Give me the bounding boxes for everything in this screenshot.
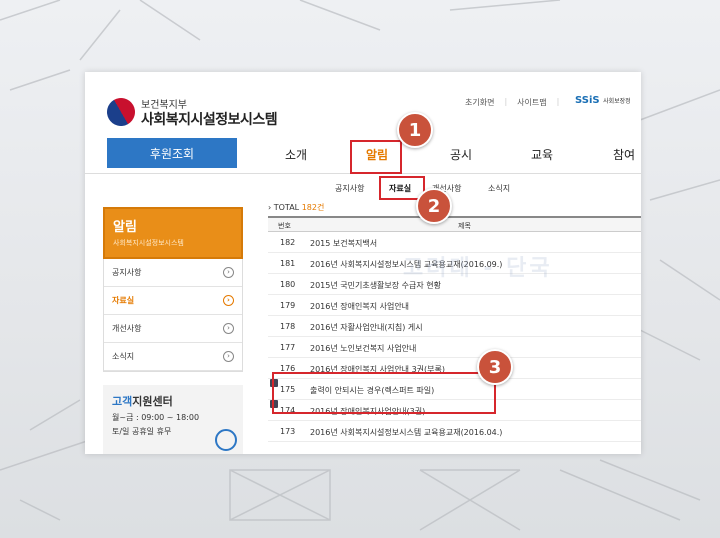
table-header: 번호 제목	[268, 216, 641, 232]
row-number: 179	[280, 301, 296, 310]
row-title-link[interactable]: 2015 보건복지백서	[310, 238, 377, 249]
chevron-right-icon: ›	[223, 295, 234, 306]
row-number: 182	[280, 238, 296, 247]
left-nav: 알림 사회복지시설정보시스템 공지사항 › 자료실 › 개선사항 › 소식지 ›	[103, 207, 243, 372]
row-title-link[interactable]: 2016년 장애인복지 사업안내	[310, 301, 409, 312]
separator: |	[504, 97, 508, 106]
sub-nav: 공지사항 자료실 개선사항 소식지	[85, 175, 641, 201]
sponsor-lookup-button[interactable]: 후원조회	[107, 138, 237, 168]
cs-title: 고객지원센터	[112, 395, 173, 408]
lnb-title: 알림	[113, 220, 137, 235]
watermark: 고려대 - 단국	[403, 256, 553, 281]
lnb-list: 공지사항 › 자료실 › 개선사항 › 소식지 ›	[103, 259, 243, 372]
table-row[interactable]: 173 2016년 사회복지시설정보시스템 교육용교재(2016.04.)	[268, 421, 641, 442]
subnav-notices[interactable]: 공지사항	[335, 183, 364, 194]
table-row[interactable]: 178 2016년 자활사업안내(지침) 게시	[268, 316, 641, 337]
row-number: 181	[280, 259, 296, 268]
sitemap-link[interactable]: 사이트맵	[517, 97, 546, 108]
lnb-item-improvements[interactable]: 개선사항 ›	[104, 315, 242, 343]
taegeuk-logo-icon	[101, 92, 141, 132]
nav-item-education[interactable]: 교육	[531, 146, 553, 163]
row-number: 178	[280, 322, 296, 331]
highlight-box-row	[272, 372, 496, 414]
step-badge-3: 3	[477, 349, 513, 385]
customer-center: 고객지원센터 월~금 : 09:00 ~ 18:00 토/일 공휴일 휴무	[103, 385, 243, 454]
table-row[interactable]: 179 2016년 장애인복지 사업안내	[268, 295, 641, 316]
cs-hours: 월~금 : 09:00 ~ 18:00	[112, 413, 200, 422]
ssis-logo[interactable]: SSiS 사회보장정	[575, 95, 631, 106]
lnb-subtitle: 사회복지시설정보시스템	[113, 239, 184, 247]
site-header: 보건복지부 사회복지시설정보시스템 초기화면 | 사이트맵 | SSiS 사회보…	[85, 72, 641, 134]
website-screenshot: 보건복지부 사회복지시설정보시스템 초기화면 | 사이트맵 | SSiS 사회보…	[85, 72, 641, 454]
step-badge-2: 2	[416, 188, 452, 224]
col-number: 번호	[278, 222, 291, 230]
nav-item-participation[interactable]: 참여	[613, 146, 635, 163]
row-number: 180	[280, 280, 296, 289]
nav-item-disclosure[interactable]: 공시	[450, 146, 472, 163]
row-title-link[interactable]: 2016년 자활사업안내(지침) 게시	[310, 322, 423, 333]
highlight-box-nav	[350, 140, 402, 174]
row-title-link[interactable]: 2016년 노인보건복지 사업안내	[310, 343, 416, 354]
chevron-right-icon: ›	[223, 351, 234, 362]
row-number: 173	[280, 427, 296, 436]
chevron-right-icon: ›	[223, 267, 234, 278]
row-number: 177	[280, 343, 296, 352]
lnb-item-archive[interactable]: 자료실 ›	[104, 287, 242, 315]
col-title: 제목	[458, 222, 471, 230]
lnb-item-notices[interactable]: 공지사항 ›	[104, 259, 242, 287]
subnav-newsletter[interactable]: 소식지	[488, 183, 510, 194]
table-row[interactable]: 177 2016년 노인보건복지 사업안내	[268, 337, 641, 358]
step-badge-1: 1	[397, 112, 433, 148]
separator: |	[556, 97, 560, 106]
total-count: › TOTAL 182건	[268, 203, 325, 212]
lnb-item-newsletter[interactable]: 소식지 ›	[104, 343, 242, 371]
top-links: 초기화면 | 사이트맵 |	[465, 97, 559, 108]
home-link[interactable]: 초기화면	[465, 97, 494, 108]
chevron-right-icon: ›	[223, 323, 234, 334]
nav-item-intro[interactable]: 소개	[285, 146, 307, 163]
site-logo-text[interactable]: 사회복지시설정보시스템	[141, 109, 278, 129]
row-title-link[interactable]: 2016년 사회복지시설정보시스템 교육용교재(2016.04.)	[310, 427, 502, 438]
lnb-header: 알림 사회복지시설정보시스템	[103, 207, 243, 259]
headset-icon	[215, 429, 237, 451]
